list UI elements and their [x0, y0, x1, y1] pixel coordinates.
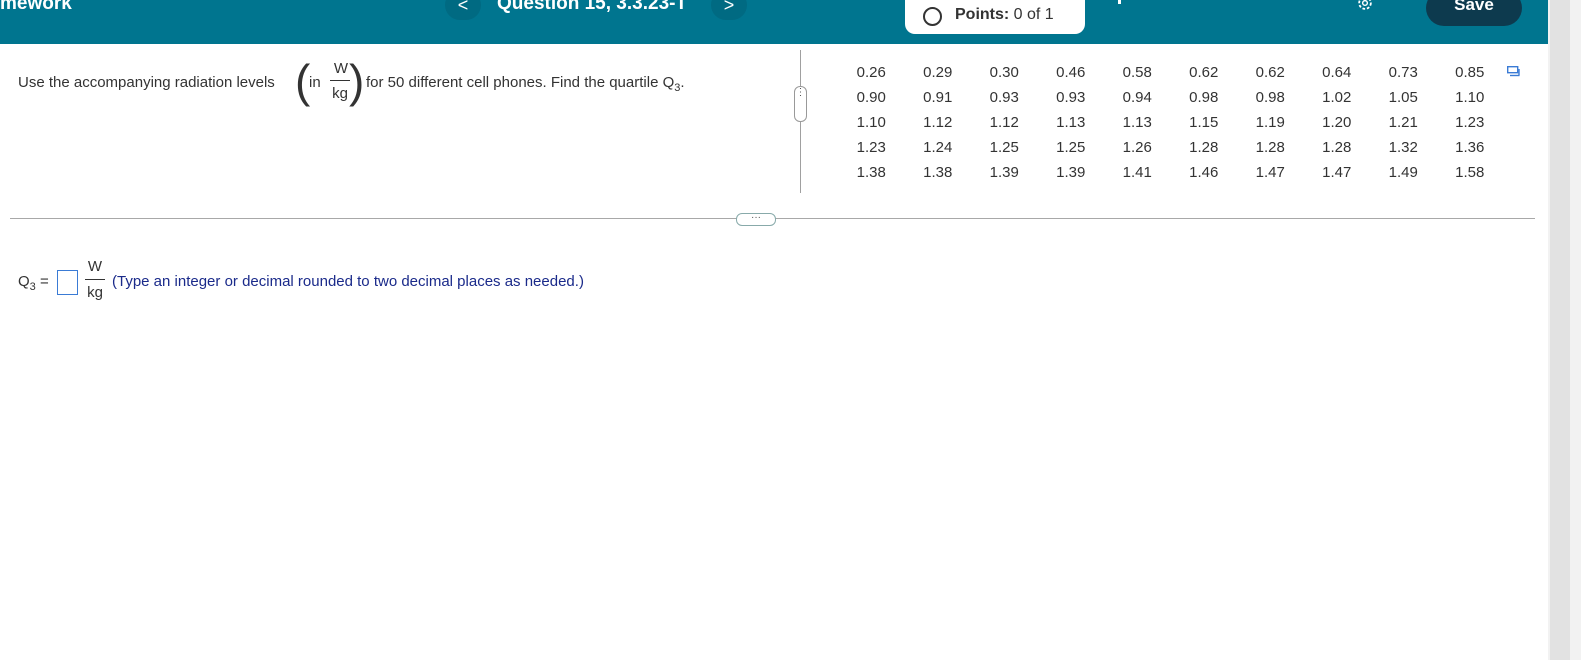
- table-cell: 0.26: [856, 64, 886, 81]
- table-cell: 1.36: [1455, 139, 1485, 156]
- table-row: 1.10 1.12 1.12 1.13 1.13 1.15 1.19 1.20 1.21 1.23: [838, 110, 1503, 135]
- answer-input[interactable]: [57, 270, 78, 295]
- points-text: Points: 0 of 1: [955, 6, 1054, 24]
- unit-in: in: [309, 74, 321, 91]
- answer-equals: =: [39, 273, 49, 290]
- vertical-ellipsis-icon[interactable]: ⋮: [794, 86, 807, 122]
- previous-question-button[interactable]: <: [445, 0, 481, 20]
- table-cell: 1.15: [1189, 114, 1219, 131]
- scrollbar-thumb[interactable]: [1550, 0, 1570, 660]
- table-cell: 1.26: [1122, 139, 1152, 156]
- table-cell: 0.30: [989, 64, 1019, 81]
- table-cell: 0.98: [1255, 89, 1285, 106]
- gear-icon[interactable]: [1356, 0, 1374, 12]
- table-row: 0.26 0.29 0.30 0.46 0.58 0.62 0.62 0.64 0.73 0.85: [838, 60, 1503, 85]
- table-cell: 1.38: [856, 164, 886, 181]
- table-row: 0.90 0.91 0.93 0.93 0.94 0.98 0.98 1.02 1.05 1.10: [838, 85, 1503, 110]
- copy-icon[interactable]: [1507, 66, 1520, 77]
- table-cell: 0.90: [856, 89, 886, 106]
- table-cell: 1.25: [989, 139, 1019, 156]
- answer-q: Q: [18, 273, 30, 290]
- table-cell: 0.73: [1388, 64, 1418, 81]
- points-value: 0 of 1: [1013, 6, 1054, 23]
- table-cell: 1.58: [1455, 164, 1485, 181]
- table-cell: 1.28: [1322, 139, 1352, 156]
- top-bar: mework < Question 15, 3.3.23-T > Save: [0, 0, 1548, 44]
- quartile-subscript: 3: [674, 82, 681, 94]
- unit-expression: ( in W kg ): [290, 58, 364, 108]
- table-cell: 1.20: [1322, 114, 1352, 131]
- table-cell: 1.25: [1056, 139, 1086, 156]
- table-cell: 1.47: [1255, 164, 1285, 181]
- table-cell: 1.13: [1122, 114, 1152, 131]
- table-cell: 0.62: [1189, 64, 1219, 81]
- question-suffix-text: for 50 different cell phones. Find the q…: [366, 74, 675, 91]
- table-cell: 0.62: [1255, 64, 1285, 81]
- table-cell: 1.28: [1255, 139, 1285, 156]
- table-cell: 0.93: [989, 89, 1019, 106]
- next-question-button[interactable]: >: [711, 0, 747, 20]
- table-cell: 0.85: [1455, 64, 1485, 81]
- table-cell: 1.02: [1322, 89, 1352, 106]
- status-circle-icon: [923, 7, 942, 26]
- answer-hint: (Type an integer or decimal rounded to t…: [112, 273, 584, 290]
- table-cell: 1.47: [1322, 164, 1352, 181]
- data-table: 0.26 0.29 0.30 0.46 0.58 0.62 0.62 0.64 0.73 0.85…: [838, 60, 1503, 185]
- table-cell: 1.46: [1189, 164, 1219, 181]
- answer-label: Q3 =: [18, 273, 49, 293]
- table-cell: 1.05: [1388, 89, 1418, 106]
- table-cell: 1.39: [989, 164, 1019, 181]
- unit-denominator: kg: [332, 85, 348, 102]
- points-prefix: Points:: [955, 6, 1010, 23]
- table-cell: 1.12: [989, 114, 1019, 131]
- save-button[interactable]: Save: [1426, 0, 1522, 26]
- table-cell: 1.38: [923, 164, 953, 181]
- question-period: .: [680, 74, 685, 91]
- table-cell: 1.10: [1455, 89, 1485, 106]
- points-indicator: Points: 0 of 1: [905, 0, 1085, 34]
- table-cell: 1.24: [923, 139, 953, 156]
- right-paren: ): [349, 55, 365, 107]
- table-cell: 1.49: [1388, 164, 1418, 181]
- question-title: Question 15, 3.3.23-T: [497, 0, 688, 14]
- answer-fraction-bar: [85, 279, 105, 280]
- fraction-bar: [330, 80, 350, 81]
- table-cell: 0.29: [923, 64, 953, 81]
- answer-subscript: 3: [29, 281, 36, 293]
- table-cell: 1.19: [1255, 114, 1285, 131]
- question-prefix: Use the accompanying radiation levels: [18, 74, 275, 91]
- app-title: mework: [0, 0, 72, 14]
- table-cell: 0.91: [923, 89, 953, 106]
- table-cell: 0.64: [1322, 64, 1352, 81]
- table-cell: 1.28: [1189, 139, 1219, 156]
- table-row: 1.38 1.38 1.39 1.39 1.41 1.46 1.47 1.47 1.49 1.58: [838, 160, 1503, 185]
- question-suffix: for 50 different cell phones. Find the q…: [366, 74, 685, 94]
- table-cell: 0.46: [1056, 64, 1086, 81]
- horizontal-ellipsis-icon[interactable]: ···: [736, 213, 776, 226]
- table-row: 1.23 1.24 1.25 1.25 1.26 1.28 1.28 1.28 1.32 1.36: [838, 135, 1503, 160]
- table-cell: 0.98: [1189, 89, 1219, 106]
- table-cell: 1.10: [856, 114, 886, 131]
- answer-unit-denominator: kg: [87, 284, 103, 301]
- table-cell: 1.23: [1455, 114, 1485, 131]
- table-cell: 1.41: [1122, 164, 1152, 181]
- table-cell: 1.12: [923, 114, 953, 131]
- table-cell: 0.58: [1122, 64, 1152, 81]
- table-cell: 1.21: [1388, 114, 1418, 131]
- answer-unit-numerator: W: [87, 258, 103, 275]
- table-cell: 0.93: [1056, 89, 1086, 106]
- table-cell: 1.39: [1056, 164, 1086, 181]
- table-cell: 1.13: [1056, 114, 1086, 131]
- unit-numerator: W: [333, 60, 349, 77]
- table-cell: 1.23: [856, 139, 886, 156]
- table-cell: 0.94: [1122, 89, 1152, 106]
- table-cell: 1.32: [1388, 139, 1418, 156]
- decor-dot: [1118, 0, 1121, 4]
